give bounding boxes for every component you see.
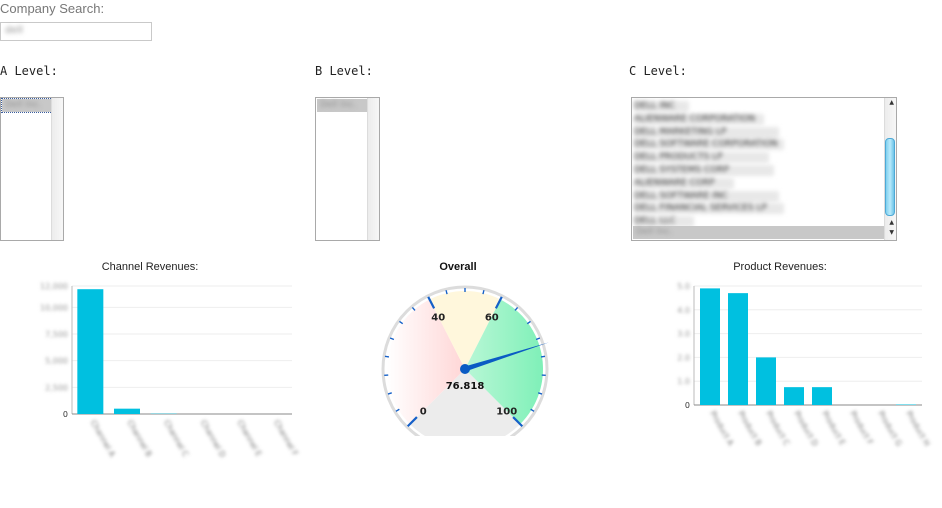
b-level-label: B Level: (315, 64, 373, 78)
scroll-up-icon[interactable]: ▲ (889, 100, 894, 106)
y-tick-label: 2,500 (45, 383, 68, 392)
overall-gauge-title: Overall (439, 261, 477, 273)
c-level-list-item[interactable]: DELL MARKETING LP (634, 126, 779, 138)
y-tick-label: 4.0 (677, 306, 690, 315)
y-tick-label: 0 (63, 410, 68, 419)
x-tick-label: Channel A (89, 419, 117, 459)
x-tick-label: Channel B (125, 419, 153, 459)
gauge-tick-label: 60 (485, 312, 499, 323)
c-level-list-item[interactable]: DELL SYSTEMS CORP (634, 165, 774, 176)
overall-gauge: 0 40 60 100 76.818 (381, 285, 549, 436)
x-tick-label: Product H (904, 410, 931, 448)
gauge-tick (535, 337, 541, 341)
gauge-tick (530, 408, 535, 412)
bar[interactable] (812, 387, 832, 405)
scroll-down-icon[interactable]: ▼ (889, 230, 894, 236)
gauge-tick (411, 306, 416, 311)
bar[interactable] (784, 387, 804, 405)
c-level-list-item[interactable]: DELL PRODUCTS LP (634, 152, 769, 164)
b-level-listbox[interactable]: Dell Inc. (315, 97, 380, 241)
c-level-list-item[interactable]: DELL FINANCIAL SERVICES LP (634, 203, 784, 215)
x-tick-label: Product G (876, 410, 903, 448)
a-level-label: A Level: (0, 64, 58, 78)
c-level-listbox[interactable]: DELL INC ALIENWARE CORPORATION DELL MARKET… (631, 97, 897, 241)
gauge-tick (540, 355, 546, 358)
c-level-list-item[interactable]: ALIENWARE CORP (634, 177, 734, 189)
company-search-value: dell (5, 25, 24, 36)
bar[interactable] (114, 408, 140, 414)
product-revenues-chart: 5.04.03.02.01.00Product A Product B Produc… (677, 282, 931, 448)
gauge-tick-label: 100 (496, 407, 517, 418)
c-level-list-item[interactable]: ALIENWARE CORPORATION (634, 113, 764, 125)
a-level-scrollbar[interactable] (51, 98, 63, 240)
gauge-hub (460, 364, 470, 374)
b-level-scrollbar[interactable] (367, 98, 379, 240)
gauge-tick (482, 290, 485, 295)
x-tick-label: Channel F (272, 419, 300, 458)
x-tick-label: Product F (848, 410, 875, 447)
bar[interactable] (728, 293, 748, 405)
y-tick-label: 12,000 (40, 282, 68, 291)
bar[interactable] (700, 288, 720, 405)
scroll-up-icon[interactable]: ▲ (889, 220, 894, 226)
gauge-tick (395, 408, 400, 412)
channel-revenues-title: Channel Revenues: (101, 261, 199, 273)
bar[interactable] (77, 289, 104, 414)
gauge-tick-label: 0 (420, 407, 427, 418)
gauge-tick (399, 320, 404, 325)
y-tick-label: 3.0 (677, 330, 690, 339)
gauge-tick (526, 320, 531, 325)
gauge-tick (389, 337, 395, 341)
x-tick-label: Product A (708, 410, 735, 448)
x-tick-label: Product E (820, 410, 847, 447)
x-tick-label: Product D (792, 410, 819, 448)
company-search-label: Company Search: (0, 1, 105, 16)
product-revenues-title: Product Revenues: (733, 261, 827, 273)
x-tick-label: Product C (764, 410, 791, 448)
company-search-input[interactable]: dell (0, 22, 152, 41)
y-tick-label: 0 (685, 401, 690, 410)
y-tick-label: 2.0 (677, 353, 690, 362)
x-tick-label: Channel C (162, 419, 190, 459)
b-level-selected-item[interactable]: Dell Inc. (317, 99, 368, 112)
x-tick-label: Channel D (199, 419, 228, 459)
x-tick-label: Channel E (235, 419, 263, 459)
gauge-tick (445, 290, 448, 295)
channel-revenues-chart: 12,000 10,000 7,500 5,000 2,500 0 Channel A Cha… (40, 282, 300, 459)
a-level-listbox[interactable]: Dell Inc. (0, 97, 64, 241)
y-tick-label: 5.0 (677, 282, 690, 291)
y-tick-label: 5,000 (45, 357, 68, 366)
y-tick-label: 10,000 (40, 303, 68, 312)
gauge-tick (514, 306, 519, 311)
y-tick-label: 1.0 (677, 377, 690, 386)
bar[interactable] (756, 357, 776, 405)
c-level-selected-item[interactable]: Dell Inc. (633, 226, 884, 239)
x-tick-label: Product B (736, 410, 763, 448)
c-level-list-item[interactable]: DELL SOFTWARE CORPORATION (634, 139, 784, 151)
c-level-list-item[interactable]: DELL INC (634, 101, 689, 112)
y-tick-label: 7,500 (45, 330, 68, 339)
c-level-scroll-thumb[interactable] (885, 138, 895, 216)
gauge-tick-label: 40 (431, 312, 445, 323)
gauge-tick (384, 355, 390, 358)
c-level-list-item[interactable]: DELL SOFTWARE INC (634, 190, 779, 202)
c-level-label: C Level: (629, 64, 687, 78)
a-level-selected-item[interactable]: Dell Inc. (1, 98, 53, 113)
gauge-value-label: 76.818 (446, 381, 485, 392)
c-level-scrollbar[interactable]: ▲ ▲ ▼ (884, 98, 896, 240)
